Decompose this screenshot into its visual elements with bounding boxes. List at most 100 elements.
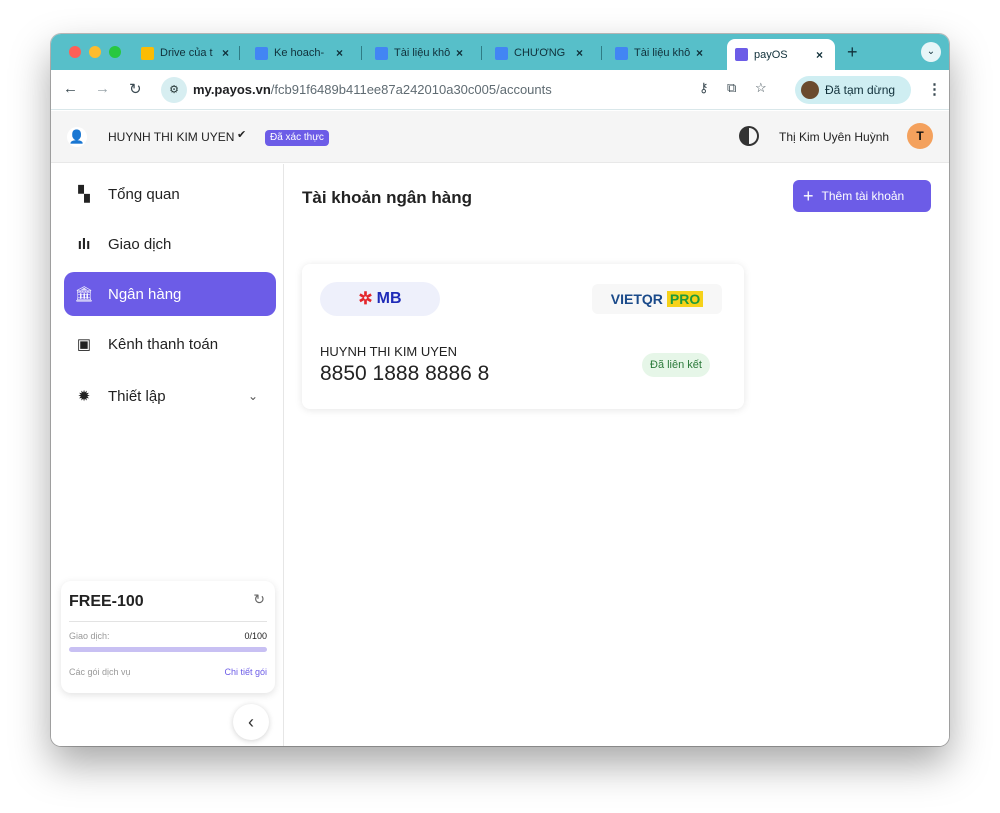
new-tab-button[interactable]: + xyxy=(847,42,858,63)
url-omnibox[interactable]: ⚙ my.payos.vn/fcb91f6489b411ee87a242010a… xyxy=(161,76,775,104)
tab-bar: Drive của t × Ke hoach- × Tài liệu khô ×… xyxy=(51,34,949,70)
mb-bank-logo: ✲ MB xyxy=(320,282,440,316)
avatar xyxy=(801,81,819,99)
close-icon[interactable]: × xyxy=(336,46,343,60)
sidebar-item-overview[interactable]: ▚ Tổng quan xyxy=(64,172,276,216)
gear-icon: ✹ xyxy=(77,388,91,405)
plan-card: FREE-100 ↻ Giao dịch: 0/100 Các gói dịch… xyxy=(61,581,275,693)
page-title: Tài khoản ngân hàng xyxy=(302,188,473,207)
account-number: 8850 1888 8886 8 xyxy=(320,362,490,385)
bank-account-card[interactable]: ✲ MB VIETQR PRO HUYNH THI KIM UYEN 8850 … xyxy=(302,264,744,409)
close-icon[interactable]: × xyxy=(456,46,463,60)
browser-tab-payos[interactable]: payOS × xyxy=(727,39,835,70)
sidebar-item-label: Tổng quan xyxy=(108,185,180,203)
drive-icon xyxy=(141,46,154,60)
bank-logo-text: MB xyxy=(376,290,402,307)
verified-badge: Đã xác thực xyxy=(265,130,329,146)
plan-usage-bar xyxy=(69,647,267,652)
main-content: Tài khoản ngân hàng + Thêm tài khoản ✲ M… xyxy=(285,164,949,746)
sidebar-item-label: Giao dịch xyxy=(108,235,172,253)
browser-menu-icon[interactable]: ⋮ xyxy=(927,80,942,98)
sidebar-item-label: Ngân hàng xyxy=(108,285,182,303)
close-icon[interactable]: × xyxy=(576,46,583,60)
back-arrow-icon[interactable]: ← xyxy=(63,80,78,97)
browser-tab-tai-lieu-1[interactable]: Tài liệu khô × xyxy=(367,40,471,66)
vietqr-pro-logo: VIETQR PRO xyxy=(592,284,722,314)
password-key-icon[interactable]: ⚷ xyxy=(699,80,709,96)
docs-icon xyxy=(375,46,388,60)
plan-transactions-label: Giao dịch: xyxy=(69,631,110,641)
url-text[interactable]: my.payos.vn/fcb91f6489b411ee87a242010a30… xyxy=(193,82,552,97)
sidebar-item-label: Thiết lập xyxy=(108,387,166,405)
close-icon[interactable]: × xyxy=(696,46,703,60)
plan-services-label: Các gói dịch vụ xyxy=(69,667,131,677)
refresh-icon[interactable]: ↻ xyxy=(253,591,265,608)
bar-chart-icon: ılı xyxy=(77,235,91,253)
app-header: 👤 HUYNH THI KIM UYEN ✔ Đã xác thực Thị K… xyxy=(51,111,949,163)
user-icon: 👤 xyxy=(67,127,87,147)
plan-name: FREE-100 xyxy=(69,593,144,610)
avatar[interactable]: T xyxy=(907,123,933,149)
url-domain: my.payos.vn xyxy=(193,82,271,97)
divider xyxy=(69,621,267,622)
profile-name[interactable]: Thị Kim Uyên Huỳnh xyxy=(779,130,889,144)
browser-tab-ke-hoach[interactable]: Ke hoach- × xyxy=(247,40,351,66)
plan-transactions-value: 0/100 xyxy=(244,631,267,641)
sidebar-item-transactions[interactable]: ılı Giao dịch xyxy=(64,222,276,266)
dashboard-icon: ▚ xyxy=(78,186,90,203)
tab-divider xyxy=(361,46,362,60)
add-account-label: Thêm tài khoản xyxy=(821,189,905,203)
add-account-button[interactable]: + Thêm tài khoản xyxy=(793,180,931,212)
theme-toggle-icon[interactable] xyxy=(739,126,759,146)
tab-label: Tài liệu khô xyxy=(394,47,450,59)
address-bar: ← → ↻ ⚙ my.payos.vn/fcb91f6489b411ee87a2… xyxy=(51,70,949,110)
docs-icon xyxy=(255,46,268,60)
minimize-window-button[interactable] xyxy=(89,46,101,58)
tab-divider xyxy=(601,46,602,60)
tab-label: CHƯƠNG xyxy=(514,47,566,59)
docs-icon xyxy=(495,46,508,60)
forward-arrow-icon[interactable]: → xyxy=(95,80,110,97)
tab-divider xyxy=(481,46,482,60)
sidebar-item-bank[interactable]: 🏛 Ngân hàng xyxy=(64,272,276,316)
tab-label: Drive của t xyxy=(160,47,213,59)
profile-paused-button[interactable]: Đã tạm dừng xyxy=(795,76,911,104)
account-switcher[interactable]: HUYNH THI KIM UYEN xyxy=(108,130,234,144)
vietqr-text: VIETQR xyxy=(610,291,663,307)
chevron-down-icon[interactable]: ✔ xyxy=(237,128,246,141)
reload-icon[interactable]: ↻ xyxy=(129,80,142,98)
wallet-icon: ▣ xyxy=(76,336,92,353)
docs-icon xyxy=(615,46,628,60)
plus-icon: + xyxy=(803,186,814,206)
site-settings-icon[interactable]: ⚙ xyxy=(161,77,187,103)
bookmark-star-icon[interactable]: ☆ xyxy=(755,80,767,96)
account-holder: HUYNH THI KIM UYEN xyxy=(320,344,457,359)
close-icon[interactable]: × xyxy=(222,46,229,60)
maximize-window-button[interactable] xyxy=(109,46,121,58)
close-icon[interactable]: × xyxy=(816,48,823,62)
browser-tab-tai-lieu-2[interactable]: Tài liệu khô × xyxy=(607,40,711,66)
install-app-icon[interactable]: ⧉ xyxy=(727,80,736,96)
close-window-button[interactable] xyxy=(69,46,81,58)
sidebar: ▚ Tổng quan ılı Giao dịch 🏛 Ngân hàng ▣ … xyxy=(51,164,284,746)
url-path: /fcb91f6489b411ee87a242010a30c005/accoun… xyxy=(270,82,552,97)
browser-tab-drive[interactable]: Drive của t × xyxy=(133,40,237,66)
collapse-sidebar-button[interactable]: ‹ xyxy=(233,704,269,740)
sidebar-item-payment-channels[interactable]: ▣ Kênh thanh toán xyxy=(64,322,276,366)
vietqr-pro-text: PRO xyxy=(666,291,704,307)
browser-tab-chuong[interactable]: CHƯƠNG × xyxy=(487,40,591,66)
sidebar-item-label: Kênh thanh toán xyxy=(108,335,219,353)
sidebar-item-settings[interactable]: ✹ Thiết lập ⌄ xyxy=(64,374,276,418)
tab-label: Ke hoach- xyxy=(274,47,325,59)
chevron-down-icon: ⌄ xyxy=(247,389,258,403)
plan-detail-link[interactable]: Chi tiết gói xyxy=(224,667,267,677)
tab-label: Tài liệu khô xyxy=(634,47,690,59)
paused-label: Đã tạm dừng xyxy=(825,83,896,97)
browser-window: Drive của t × Ke hoach- × Tài liệu khô ×… xyxy=(51,34,949,746)
status-badge: Đã liên kết xyxy=(642,353,710,377)
bank-icon: 🏛 xyxy=(74,286,94,303)
payos-icon xyxy=(735,48,748,61)
tab-label: payOS xyxy=(754,48,788,61)
tab-divider xyxy=(239,46,240,60)
tab-search-button[interactable]: ⌄ xyxy=(921,42,941,62)
